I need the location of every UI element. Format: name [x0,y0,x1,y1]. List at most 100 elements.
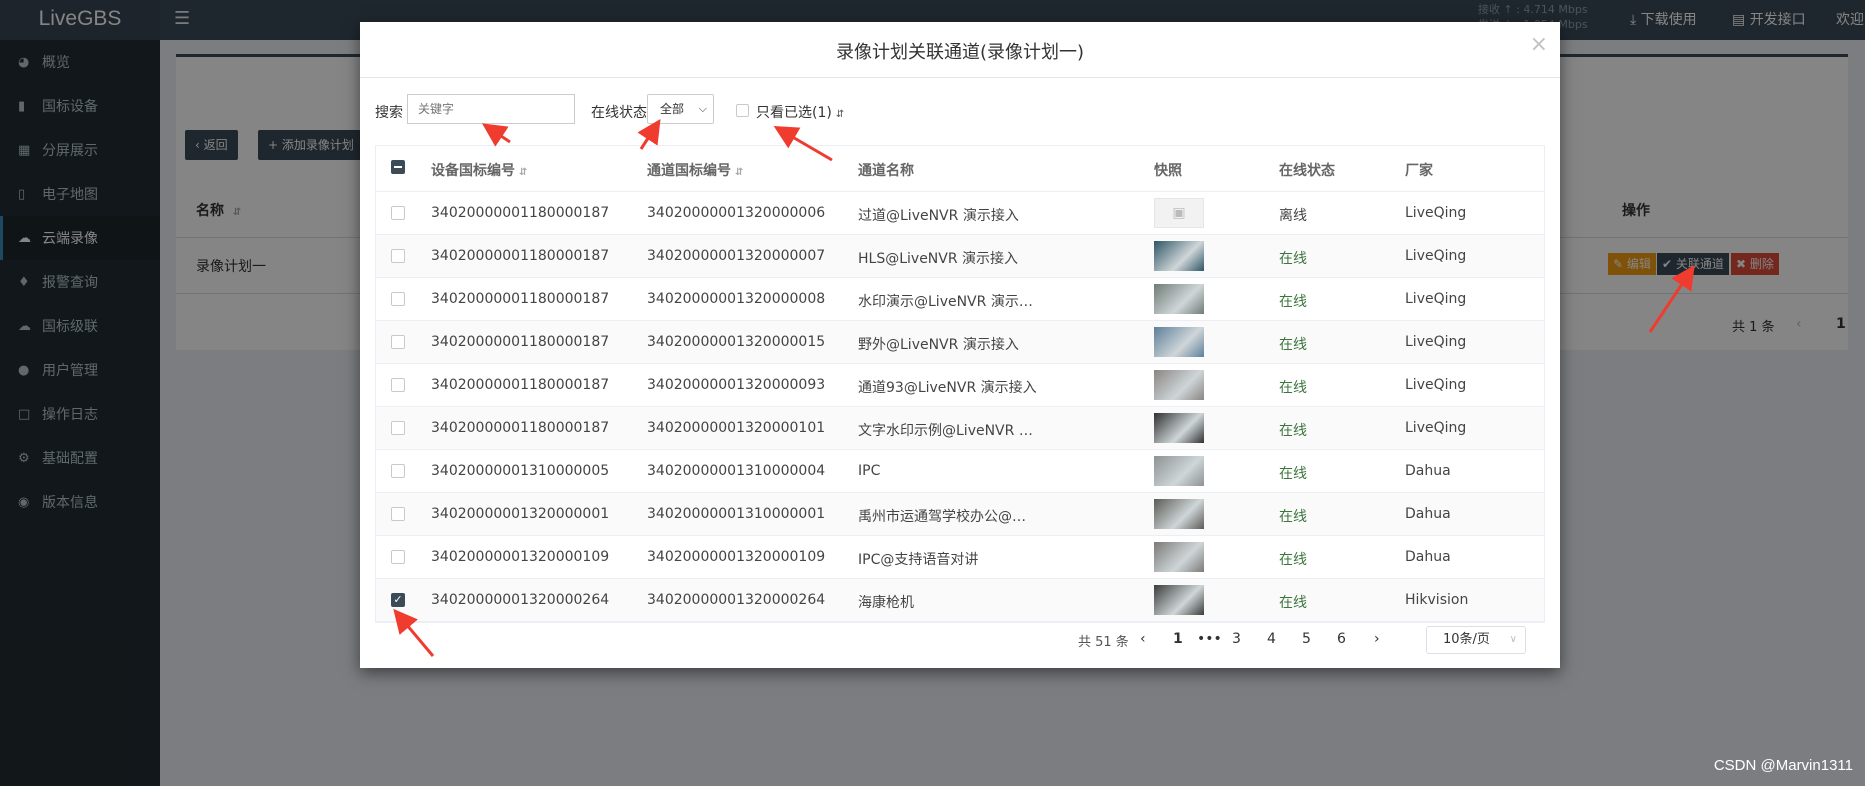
table-row[interactable]: 34020000001180000187 34020000001320000101… [376,407,1544,450]
channel-name-cell: HLS@LiveNVR 演示接入 [858,251,1019,267]
chevron-down-icon: ⌵ [698,102,707,115]
online-status-cell: 在线 [1279,251,1307,267]
vendor-cell: Hikvision [1405,592,1469,608]
table-row[interactable]: 34020000001180000187 34020000001320000007… [376,235,1544,278]
device-id-cell: 34020000001180000187 [431,205,610,221]
only-selected-label: 只看已选(1) [756,105,832,121]
col-channel-name: 通道名称 [858,163,914,179]
search-input[interactable] [407,94,575,124]
snapshot-thumbnail[interactable] [1154,456,1204,486]
page-1[interactable]: 1 [1173,631,1183,647]
device-id-cell: 34020000001180000187 [431,291,610,307]
status-select[interactable]: 全部 ⌵ [647,94,714,124]
device-id-cell: 34020000001320000001 [431,506,610,522]
online-status-cell: 在线 [1279,337,1307,353]
channel-id-cell: 34020000001320000007 [647,248,826,264]
online-status-cell: 离线 [1279,208,1307,224]
page-size-value: 10条/页 [1443,632,1490,647]
vendor-cell: LiveQing [1405,334,1467,350]
channel-id-cell: 34020000001320000008 [647,291,826,307]
row-checkbox[interactable] [391,206,405,220]
channel-id-cell: 34020000001320000015 [647,334,826,350]
select-all-checkbox[interactable] [391,160,405,174]
col-vendor: 厂家 [1405,163,1433,179]
table-row[interactable]: 34020000001320000109 34020000001320000109… [376,536,1544,579]
table-row[interactable]: 34020000001180000187 34020000001320000093… [376,364,1544,407]
close-icon[interactable]: × [1530,32,1548,57]
channel-name-cell: 水印演示@LiveNVR 演示… [858,294,1033,310]
vendor-cell: Dahua [1405,463,1451,479]
row-checkbox[interactable] [391,421,405,435]
table-row[interactable]: ✓ 34020000001320000264 3402000000132000026… [376,579,1544,622]
chevron-down-icon: ∨ [1509,634,1517,645]
vendor-cell: Dahua [1405,549,1451,565]
page-5[interactable]: 5 [1302,631,1311,647]
only-selected-checkbox[interactable] [736,104,749,117]
vendor-cell: LiveQing [1405,420,1467,436]
channel-id-cell: 34020000001310000004 [647,463,826,479]
online-status-cell: 在线 [1279,466,1307,482]
snapshot-thumbnail[interactable] [1154,542,1204,572]
page-4[interactable]: 4 [1267,631,1276,647]
page-size-select[interactable]: 10条/页 ∨ [1426,626,1526,654]
table-row[interactable]: 34020000001180000187 34020000001320000006… [376,192,1544,235]
snapshot-placeholder-icon[interactable]: ▣ [1154,198,1204,228]
online-status-cell: 在线 [1279,509,1307,525]
online-status-cell: 在线 [1279,294,1307,310]
device-id-cell: 34020000001320000109 [431,549,610,565]
status-select-value: 全部 [660,102,685,116]
page-3[interactable]: 3 [1232,631,1241,647]
next-page-icon[interactable]: › [1374,631,1380,647]
device-id-cell: 34020000001180000187 [431,420,610,436]
row-checkbox[interactable] [391,378,405,392]
row-checkbox[interactable] [391,464,405,478]
channel-name-cell: IPC@支持语音对讲 [858,552,979,568]
vendor-cell: LiveQing [1405,377,1467,393]
online-status-cell: 在线 [1279,380,1307,396]
prev-page-icon[interactable]: ‹ [1140,631,1146,647]
channel-name-cell: 过道@LiveNVR 演示接入 [858,208,1019,224]
snapshot-thumbnail[interactable] [1154,585,1204,615]
table-row[interactable]: 34020000001320000001 34020000001310000001… [376,493,1544,536]
col-channel-id[interactable]: 通道国标编号 ⇵ [647,160,743,180]
only-selected-toggle[interactable]: 只看已选(1) ⇵ [756,102,844,122]
snapshot-thumbnail[interactable] [1154,370,1204,400]
table-row[interactable]: 34020000001180000187 34020000001320000015… [376,321,1544,364]
table-row[interactable]: 34020000001310000005 34020000001310000004… [376,450,1544,493]
col-online-status: 在线状态 [1279,163,1335,179]
page-ellipsis[interactable]: ••• [1197,631,1222,647]
channel-id-cell: 34020000001320000109 [647,549,826,565]
page-6[interactable]: 6 [1337,631,1346,647]
snapshot-thumbnail[interactable] [1154,241,1204,271]
row-checkbox[interactable] [391,292,405,306]
channel-name-cell: IPC [858,463,881,479]
vendor-cell: LiveQing [1405,205,1467,221]
channel-id-cell: 34020000001320000006 [647,205,826,221]
snapshot-thumbnail[interactable] [1154,499,1204,529]
col-device-id[interactable]: 设备国标编号 ⇵ [431,160,527,180]
channel-table: 设备国标编号 ⇵ 通道国标编号 ⇵ 通道名称 快照 在线状态 厂家 34020000… [375,145,1545,623]
row-checkbox[interactable] [391,335,405,349]
col-channel-id-label: 通道国标编号 [647,163,731,179]
channel-table-body: 34020000001180000187 34020000001320000006… [376,192,1544,622]
col-device-id-label: 设备国标编号 [431,163,515,179]
col-snapshot: 快照 [1154,163,1182,179]
channel-id-cell: 34020000001320000101 [647,420,826,436]
sort-icon: ⇵ [735,167,744,178]
channel-table-header: 设备国标编号 ⇵ 通道国标编号 ⇵ 通道名称 快照 在线状态 厂家 [376,146,1544,192]
table-row[interactable]: 34020000001180000187 34020000001320000008… [376,278,1544,321]
status-label: 在线状态 [591,105,647,121]
row-checkbox[interactable] [391,550,405,564]
channel-name-cell: 文字水印示例@LiveNVR … [858,423,1033,439]
snapshot-thumbnail[interactable] [1154,413,1204,443]
channel-id-cell: 34020000001310000001 [647,506,826,522]
row-checkbox[interactable] [391,507,405,521]
snapshot-thumbnail[interactable] [1154,284,1204,314]
channel-name-cell: 通道93@LiveNVR 演示接入 [858,380,1037,396]
snapshot-thumbnail[interactable] [1154,327,1204,357]
pagination: 共 51 条 ‹ 1 ••• 3 4 5 6 › 10条/页 ∨ [360,624,1560,654]
online-status-cell: 在线 [1279,552,1307,568]
row-checkbox[interactable] [391,249,405,263]
row-checkbox[interactable]: ✓ [391,593,405,607]
device-id-cell: 34020000001180000187 [431,248,610,264]
